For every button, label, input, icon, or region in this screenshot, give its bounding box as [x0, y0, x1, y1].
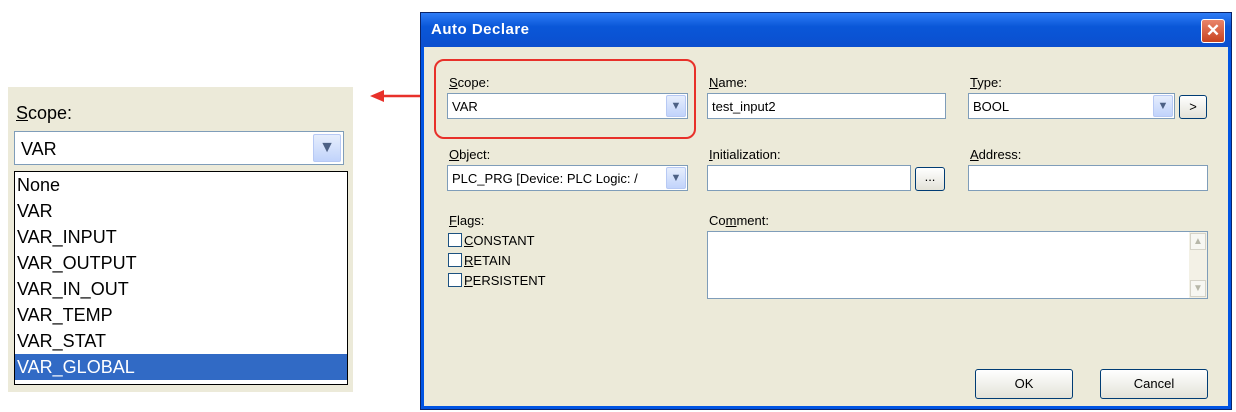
list-item[interactable]: VAR_STAT — [15, 328, 347, 354]
retain-checkbox[interactable] — [448, 253, 462, 267]
dialog-title: Auto Declare — [431, 21, 530, 38]
initialization-label: Initialization: — [709, 147, 781, 162]
dialog-client: Scope: VAR ▼ Name: test_input2 Type: BOO… — [424, 47, 1228, 406]
callout-arrow — [370, 90, 420, 102]
initialization-field[interactable] — [707, 165, 911, 191]
name-value: test_input2 — [712, 99, 776, 114]
object-combobox[interactable]: PLC_PRG [Device: PLC Logic: / ▼ — [447, 165, 688, 191]
close-button[interactable]: ✕ — [1201, 19, 1225, 43]
list-item[interactable]: VAR_IN_OUT — [15, 276, 347, 302]
cancel-button[interactable]: Cancel — [1100, 369, 1208, 399]
list-item[interactable]: VAR — [15, 198, 347, 224]
list-item[interactable]: None — [15, 172, 347, 198]
type-browse-button[interactable]: > — [1179, 95, 1207, 119]
constant-label: CONSTANT — [464, 233, 535, 248]
close-icon: ✕ — [1205, 21, 1221, 40]
type-label: Type: — [970, 75, 1002, 90]
chevron-down-icon[interactable]: ▼ — [1153, 95, 1173, 117]
chevron-down-icon[interactable]: ▼ — [666, 95, 686, 117]
persistent-label: PERSISTENT — [464, 273, 546, 288]
retain-label: RETAIN — [464, 253, 511, 268]
scope-label: Scope: — [449, 75, 490, 90]
title-bar[interactable]: Auto Declare ✕ — [421, 13, 1231, 47]
list-item-selected[interactable]: VAR_GLOBAL — [15, 354, 347, 380]
auto-declare-dialog: Auto Declare ✕ Scope: VAR ▼ Name: test_i… — [420, 12, 1232, 410]
comment-scrollbar[interactable]: ▲ ▼ — [1189, 232, 1207, 298]
scroll-up-icon[interactable]: ▲ — [1190, 233, 1206, 250]
address-label: Address: — [970, 147, 1022, 162]
scope-zoom-panel: Scope: VAR ▼ None VAR VAR_INPUT VAR_OUTP… — [8, 87, 353, 392]
type-value: BOOL — [973, 99, 1010, 114]
type-combobox[interactable]: BOOL ▼ — [968, 93, 1175, 119]
name-field[interactable]: test_input2 — [707, 93, 946, 119]
list-item[interactable]: VAR_INPUT — [15, 224, 347, 250]
list-item[interactable]: VAR_OUTPUT — [15, 250, 347, 276]
scope-zoom-label: Scope: — [16, 103, 73, 123]
scope-combobox[interactable]: VAR ▼ — [447, 93, 688, 119]
list-item[interactable]: VAR_TEMP — [15, 302, 347, 328]
name-label: Name: — [709, 75, 748, 90]
ok-button[interactable]: OK — [975, 369, 1073, 399]
object-label: Object: — [449, 147, 491, 162]
chevron-down-icon[interactable]: ▼ — [666, 167, 686, 189]
comment-label: Comment: — [709, 213, 769, 228]
scroll-down-icon[interactable]: ▼ — [1190, 280, 1206, 297]
persistent-checkbox[interactable] — [448, 273, 462, 287]
comment-textarea[interactable]: ▲ ▼ — [707, 231, 1208, 299]
scope-value: VAR — [452, 99, 478, 114]
constant-checkbox[interactable] — [448, 233, 462, 247]
flags-label: Flags: — [449, 213, 485, 228]
chevron-down-icon[interactable]: ▼ — [313, 134, 341, 162]
object-value: PLC_PRG [Device: PLC Logic: / — [452, 171, 638, 186]
address-field[interactable] — [968, 165, 1208, 191]
scope-zoom-combobox[interactable]: VAR ▼ — [14, 131, 344, 165]
initialization-browse-button[interactable]: ... — [915, 167, 945, 191]
scope-dropdown-list[interactable]: None VAR VAR_INPUT VAR_OUTPUT VAR_IN_OUT… — [14, 171, 348, 385]
scope-zoom-value: VAR — [21, 139, 57, 159]
